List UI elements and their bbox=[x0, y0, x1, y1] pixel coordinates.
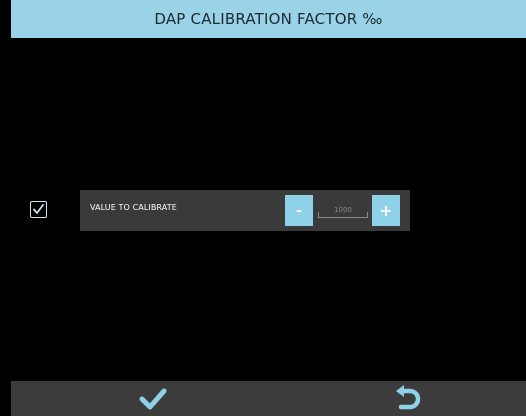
confirm-button[interactable] bbox=[123, 381, 183, 416]
increment-button[interactable]: + bbox=[372, 195, 400, 226]
undo-arrow-icon bbox=[396, 384, 421, 409]
title-bar: DAP CALIBRATION FACTOR ‰ bbox=[11, 0, 526, 38]
calibrate-enable-checkbox[interactable] bbox=[30, 201, 47, 218]
value-to-calibrate-label: VALUE TO CALIBRATE bbox=[90, 203, 177, 212]
checkmark-icon bbox=[33, 204, 44, 214]
back-button[interactable] bbox=[378, 381, 438, 416]
checkmark-icon bbox=[139, 388, 167, 409]
field-underline bbox=[318, 217, 368, 218]
calibration-value: 1000 bbox=[334, 206, 352, 214]
footer-bar bbox=[11, 381, 526, 416]
page-title: DAP CALIBRATION FACTOR ‰ bbox=[154, 10, 383, 28]
field-bracket-right bbox=[367, 212, 368, 218]
calibration-screen: DAP CALIBRATION FACTOR ‰ VALUE TO CALIBR… bbox=[0, 0, 526, 416]
calibration-value-field[interactable]: 1000 bbox=[318, 204, 368, 218]
calibration-row: VALUE TO CALIBRATE - 1000 + bbox=[80, 190, 410, 231]
decrement-button[interactable]: - bbox=[285, 195, 313, 226]
